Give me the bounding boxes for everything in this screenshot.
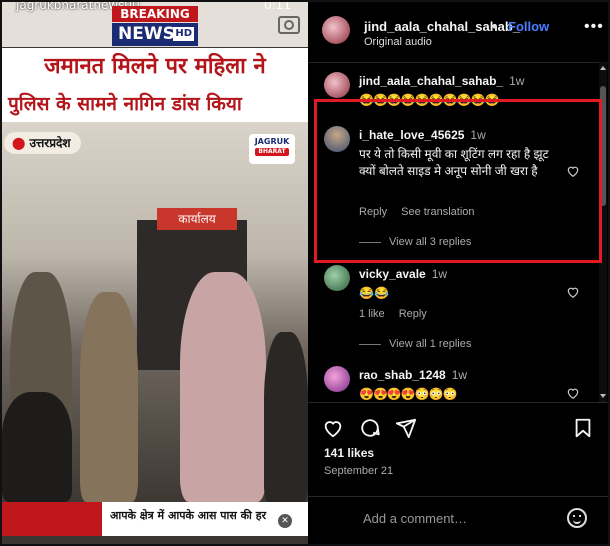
save-bookmark-icon[interactable] (572, 417, 594, 439)
emoji-smiley-icon[interactable] (567, 508, 587, 528)
officer-figure (80, 292, 138, 502)
mute-icon[interactable]: ✕ (278, 514, 292, 528)
view-replies-text[interactable]: View all 1 replies (389, 338, 471, 350)
location-text: उत्तरप्रदेश (29, 136, 71, 150)
comment-actions: 1 like Reply (359, 308, 441, 320)
commenter-username[interactable]: vicky_avale 1w (359, 267, 447, 281)
comment-username-text[interactable]: rao_shab_1248 (359, 368, 446, 382)
share-send-icon[interactable] (395, 417, 417, 439)
comment-time: 1w (451, 368, 468, 382)
station-sign: कार्यालय (157, 208, 237, 230)
commenter-avatar[interactable] (324, 366, 350, 392)
video-overlay-time: 0:11 (264, 2, 291, 12)
crowd-figure (264, 332, 308, 502)
add-comment-bar: Add a comment… (308, 496, 608, 544)
add-comment-input[interactable]: Add a comment… (363, 511, 467, 526)
channel-logo: JAGRUK BHARAT (249, 134, 295, 164)
likes-count[interactable]: 141 likes (324, 446, 374, 460)
header-separator: • (492, 19, 497, 34)
reply-button[interactable]: Reply (399, 308, 427, 320)
like-heart-icon[interactable] (322, 417, 344, 439)
commenter-avatar[interactable] (324, 265, 350, 291)
video-scene: कार्यालय (2, 122, 308, 502)
location-tag: ⬤ उत्तरप्रदेश (4, 132, 81, 154)
comment-time: 1w (431, 267, 448, 281)
post-header: jind_aala_chahal_sahab_ • Follow Origina… (308, 2, 608, 63)
ticker-text: आपके क्षेत्र में आपके आस पास की हर (110, 509, 267, 522)
commenter-username[interactable]: jind_aala_chahal_sahab_ 1w (359, 74, 524, 88)
comment-text: 😂😂 (359, 286, 389, 300)
camera-icon (278, 16, 300, 34)
follow-button[interactable]: Follow (508, 19, 549, 34)
comment-username-text[interactable]: vicky_avale (359, 267, 426, 281)
post-date: September 21 (324, 465, 394, 477)
video-headline-line2: पुलिस के सामने नागिन डांस किया (2, 86, 308, 122)
news-text: NEWS (118, 24, 175, 44)
commenter-username[interactable]: rao_shab_1248 1w (359, 368, 467, 382)
comment-username-text[interactable]: jind_aala_chahal_sahab_ (359, 74, 503, 88)
hd-badge: HD (173, 27, 194, 41)
post-actions-bar: 141 likes September 21 (308, 402, 608, 498)
comment-time: 1w (509, 74, 525, 88)
like-heart-icon[interactable] (566, 285, 580, 299)
screenshot-frame: jagrukbharatnews00 0:11 BREAKING NEWS HD … (0, 0, 610, 546)
scroll-up-arrow-icon[interactable] (600, 66, 606, 70)
comment-likes-count[interactable]: 1 like (359, 308, 385, 320)
replies-divider (359, 343, 381, 345)
view-replies-button[interactable]: View all 1 replies (359, 338, 471, 350)
comments-panel: jind_aala_chahal_sahab_ • Follow Origina… (308, 2, 608, 544)
ticker-red-block (2, 502, 102, 536)
original-audio-link[interactable]: Original audio (364, 36, 432, 48)
video-headline-line1: जमानत मिलने पर महिला ने (2, 48, 308, 86)
highlight-box (314, 99, 602, 263)
reel-video[interactable]: jagrukbharatnews00 0:11 BREAKING NEWS HD … (2, 2, 308, 544)
woman-figure (180, 272, 266, 502)
commenter-avatar[interactable] (324, 72, 350, 98)
author-avatar[interactable] (322, 16, 350, 44)
more-options-icon[interactable]: ••• (584, 18, 604, 36)
breaking-label: BREAKING (112, 6, 198, 22)
comment-bubble-icon[interactable] (359, 417, 381, 439)
video-top-strip: jagrukbharatnews00 0:11 BREAKING NEWS HD (2, 2, 308, 47)
like-heart-icon[interactable] (566, 386, 580, 400)
crowd-figure (2, 392, 72, 502)
channel-logo-text: JAGRUK (254, 137, 290, 146)
channel-logo-sub: BHARAT (255, 148, 289, 156)
comment-text: 😍😍😍😍😳😳😳 (359, 387, 458, 401)
breaking-news-logo: BREAKING NEWS HD (112, 6, 198, 46)
news-ticker: आपके क्षेत्र में आपके आस पास की हर (2, 502, 308, 536)
news-label: NEWS HD (112, 23, 198, 46)
scroll-down-arrow-icon[interactable] (600, 394, 606, 398)
location-pin-icon: ⬤ (12, 136, 26, 150)
